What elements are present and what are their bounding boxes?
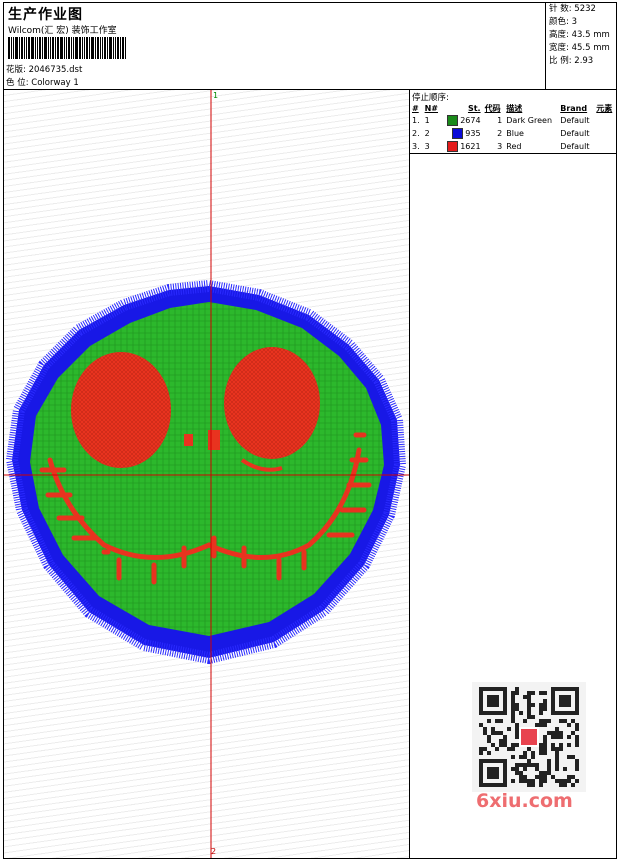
spec-row: 针 数: 5232 <box>549 4 596 14</box>
spec-row: 宽度: 45.5 mm <box>549 43 610 53</box>
color-swatch <box>446 141 458 152</box>
row-number: 2. <box>412 129 420 138</box>
stitch-count-value: 2674 <box>457 116 481 125</box>
color-swatch <box>446 115 458 126</box>
needle-number: 1 <box>424 116 430 125</box>
col-header: 描述 <box>506 103 523 113</box>
watermark: 6xiu.com <box>476 790 573 812</box>
spec-row: 颜色: 3 <box>549 17 577 27</box>
stitch-count-value: 935 <box>462 129 481 138</box>
embroidery-design <box>4 90 409 858</box>
spec-panel: 针 数: 5232 颜色: 3 高度: 43.5 mm 宽度: 45.5 mm … <box>545 3 617 89</box>
axis-bottom-label: 2 <box>211 847 217 856</box>
right-eye <box>224 347 320 459</box>
page-title: 生产作业图 <box>8 7 83 23</box>
design-preview: 1 2 <box>4 90 410 858</box>
thread-brand: Default <box>560 129 590 138</box>
row-number: 1. <box>412 116 420 125</box>
color-sequence-table: # N# St. 代码 描述 Brand 元素 1. 1 2674 1 Dark Gr… <box>410 102 616 154</box>
qr-code <box>472 682 586 792</box>
thread-brand: Default <box>558 140 595 154</box>
color-swatch <box>451 128 463 139</box>
thread-description: Red <box>504 140 559 154</box>
thread-code: 1 <box>497 116 503 125</box>
stitch-count: 2674 <box>441 114 482 127</box>
col-header: St. <box>467 103 481 113</box>
table-row: 1. 1 2674 1 Dark Green Default <box>410 114 616 127</box>
company-name: Wilcom(汇 宏) 装饰工作室 <box>8 26 117 36</box>
col-header: 元素 <box>596 103 613 113</box>
col-header: Brand <box>560 103 588 113</box>
spec-row: 高度: 43.5 mm <box>549 30 610 40</box>
table-row: 2. 2 935 2 Blue Default <box>410 127 616 140</box>
col-header: # <box>412 103 419 113</box>
design-file-label: 花版: 2046735.dst <box>6 65 83 75</box>
colorway-label: 色 位: Colorway 1 <box>6 78 79 88</box>
needle-number: 3 <box>422 140 442 154</box>
element <box>594 140 616 154</box>
element <box>594 127 616 140</box>
thread-code: 3 <box>482 140 505 154</box>
table-row: 3. 3 1621 3 Red Default <box>410 140 616 154</box>
table-header-row: # N# St. 代码 描述 Brand 元素 <box>410 102 616 114</box>
thread-code: 2 <box>497 129 503 138</box>
thread-description: Blue <box>506 129 524 138</box>
left-eye <box>71 352 171 468</box>
qr-code-graphic <box>479 687 579 787</box>
col-header: N# <box>424 103 439 113</box>
needle-number: 2 <box>424 129 430 138</box>
thread-description: Dark Green <box>506 116 553 125</box>
stop-sequence-panel: 停止顺序: # N# St. 代码 描述 Brand 元素 1. 1 2674 1 D… <box>410 90 616 858</box>
axis-top-label: 1 <box>213 91 219 100</box>
stitch-count: 935 <box>441 127 482 140</box>
col-header: 代码 <box>484 103 501 113</box>
row-number: 3. <box>410 140 423 154</box>
stitch-count: 1621 <box>441 140 483 154</box>
header: 生产作业图 Wilcom(汇 宏) 装饰工作室 花版: 2046735.dst … <box>4 3 616 90</box>
spec-row: 比 例: 2.93 <box>549 56 594 66</box>
stitch-count-value: 1621 <box>457 142 481 151</box>
thread-brand: Default <box>560 116 590 125</box>
element <box>594 114 616 127</box>
worksheet-frame: 生产作业图 Wilcom(汇 宏) 装饰工作室 花版: 2046735.dst … <box>3 2 617 859</box>
barcode <box>8 37 144 59</box>
